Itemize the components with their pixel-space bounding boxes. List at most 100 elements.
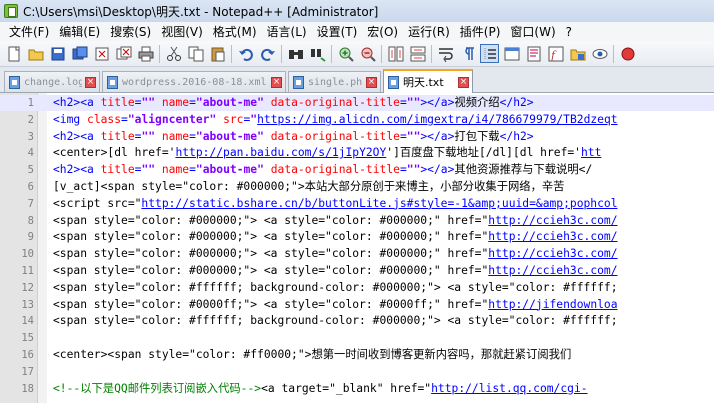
tab-2[interactable]: single.php × <box>288 71 381 92</box>
sync-vertical-icon[interactable] <box>386 44 405 63</box>
editor-line[interactable]: 14 <span style="color: #ffffff; backgroun… <box>0 313 714 329</box>
menu-item-6[interactable]: 设置(T) <box>312 23 363 40</box>
document-map-icon[interactable] <box>524 44 543 63</box>
editor-line[interactable]: 7 <script src="http://static.bshare.cn/b/… <box>0 196 714 212</box>
code-token: <span style="color: #000000;"> <a style=… <box>53 230 489 244</box>
code-token: title <box>100 129 135 143</box>
menu-item-3[interactable]: 视图(V) <box>156 23 208 40</box>
line-number: 15 <box>21 332 34 345</box>
copy-icon[interactable] <box>186 44 205 63</box>
editor-line[interactable]: 15 <box>0 330 714 346</box>
tab-close-icon[interactable]: × <box>85 76 96 88</box>
menu-item-0[interactable]: 文件(F) <box>4 23 54 40</box>
line-number: 17 <box>21 365 34 378</box>
line-number: 7 <box>27 197 34 210</box>
tab-label: single.php <box>308 76 363 88</box>
menu-item-4[interactable]: 格式(M) <box>208 23 262 40</box>
sync-horizontal-icon[interactable] <box>408 44 427 63</box>
redo-icon[interactable] <box>258 44 277 63</box>
monitor-icon[interactable] <box>590 44 609 63</box>
line-number: 2 <box>27 113 34 126</box>
tab-1[interactable]: wordpress.2016-08-18.xml × <box>102 71 286 92</box>
new-file-icon[interactable] <box>4 44 23 63</box>
editor-line[interactable]: 2 <img class="aligncenter" src="https://i… <box>0 112 714 128</box>
tab-close-icon[interactable]: × <box>458 76 469 88</box>
menu-item-5[interactable]: 语言(L) <box>262 23 312 40</box>
menu-item-11[interactable]: ? <box>561 25 577 39</box>
menu-item-2[interactable]: 搜索(S) <box>105 23 156 40</box>
code-token: data-original-title <box>270 129 400 143</box>
tab-close-icon[interactable]: × <box>366 76 377 88</box>
editor-line[interactable]: 17 <box>0 364 714 380</box>
tab-label: 明天.txt <box>403 76 444 89</box>
code-token: class <box>87 112 122 126</box>
zoom-in-icon[interactable] <box>336 44 355 63</box>
code-link[interactable]: http://ccieh3c.com/ <box>488 230 617 243</box>
code-link[interactable]: http://list.qq.com/cgi- <box>431 382 587 395</box>
replace-icon[interactable] <box>308 44 327 63</box>
editor-line[interactable]: 11 <span style="color: #000000;"> <a styl… <box>0 263 714 279</box>
editor-line[interactable]: 9 <span style="color: #000000;"> <a style… <box>0 229 714 245</box>
close-icon[interactable] <box>92 44 111 63</box>
code-token: = <box>189 96 196 109</box>
editor-line[interactable]: 13 <span style="color: #0000ff;"> <a styl… <box>0 297 714 313</box>
code-link[interactable]: http://pan.baidu.com/s/1jIpY2OY <box>175 146 386 159</box>
code-link[interactable]: http://ccieh3c.com/ <box>488 214 617 227</box>
line-number: 4 <box>27 147 34 160</box>
tab-label: wordpress.2016-08-18.xml <box>122 76 267 88</box>
indent-guide-icon[interactable] <box>480 44 499 63</box>
editor-line[interactable]: 3 <h2><a title="" name="about-me" data-or… <box>0 129 714 145</box>
editor-line[interactable]: 12 <span style="color: #ffffff; backgroun… <box>0 280 714 296</box>
editor-line[interactable]: 10 <span style="color: #000000;"> <a styl… <box>0 246 714 262</box>
code-link[interactable]: http://ccieh3c.com/ <box>488 247 617 260</box>
menu-item-9[interactable]: 插件(P) <box>455 23 506 40</box>
code-token: "" <box>141 96 156 109</box>
word-wrap-icon[interactable] <box>436 44 455 63</box>
editor-line[interactable]: 16 <center><span style="color: #ff0000;">… <box>0 347 714 363</box>
editor-area[interactable]: 1 <h2><a title="" name="about-me" data-or… <box>0 93 714 403</box>
toolbar-separator <box>231 44 232 63</box>
toolbar-separator <box>613 44 614 63</box>
show-all-chars-icon[interactable] <box>458 44 477 63</box>
code-link[interactable]: htt <box>581 146 601 159</box>
cut-icon[interactable] <box>164 44 183 63</box>
editor-line[interactable]: 6 [v_act]<span style="color: #000000;">本站… <box>0 179 714 195</box>
code-token: ></a> <box>420 96 455 109</box>
menu-item-7[interactable]: 宏(O) <box>362 23 403 40</box>
editor-line[interactable]: 1 <h2><a title="" name="about-me" data-or… <box>0 95 714 111</box>
editor-line[interactable]: 18 <!--以下是QQ邮件列表订阅嵌入代码--><a target="_blan… <box>0 381 714 397</box>
paste-icon[interactable] <box>208 44 227 63</box>
save-all-icon[interactable] <box>70 44 89 63</box>
code-token: "about-me" <box>195 96 264 109</box>
code-link[interactable]: http://static.bshare.cn/b/buttonLite.js#… <box>141 197 617 210</box>
code-token: ></a> <box>420 163 455 177</box>
editor-line[interactable]: 4 <center>[dl href='http://pan.baidu.com/… <box>0 145 714 161</box>
line-number: 18 <box>21 382 34 395</box>
line-code: <span style="color: #000000;"> <a style=… <box>53 213 618 229</box>
find-icon[interactable] <box>286 44 305 63</box>
menu-item-1[interactable]: 编辑(E) <box>54 23 105 40</box>
tab-close-icon[interactable]: × <box>271 76 282 88</box>
menu-item-10[interactable]: 窗口(W) <box>505 23 560 40</box>
code-link[interactable]: http://ccieh3c.com/ <box>488 264 617 277</box>
undo-icon[interactable] <box>236 44 255 63</box>
code-link[interactable]: https://img.alicdn.com/imgextra/i4/78667… <box>257 113 617 126</box>
editor-line[interactable]: 8 <span style="color: #000000;"> <a style… <box>0 213 714 229</box>
code-link[interactable]: http://jifendownloa <box>488 298 617 311</box>
tab-3[interactable]: 明天.txt × <box>383 69 473 93</box>
code-token: <center>[dl href=' <box>53 146 176 160</box>
open-file-icon[interactable] <box>26 44 45 63</box>
menu-item-8[interactable]: 运行(R) <box>403 23 455 40</box>
record-macro-icon[interactable] <box>618 44 637 63</box>
zoom-out-icon[interactable] <box>358 44 377 63</box>
close-all-icon[interactable] <box>114 44 133 63</box>
print-icon[interactable] <box>136 44 155 63</box>
user-language-icon[interactable] <box>502 44 521 63</box>
save-icon[interactable] <box>48 44 67 63</box>
folder-workspace-icon[interactable] <box>568 44 587 63</box>
tab-0[interactable]: change.log × <box>4 71 100 92</box>
line-number: 6 <box>27 181 34 193</box>
function-list-icon[interactable]: f <box>546 44 565 63</box>
editor-line[interactable]: 5 <h2><a title="" name="about-me" data-or… <box>0 162 714 178</box>
